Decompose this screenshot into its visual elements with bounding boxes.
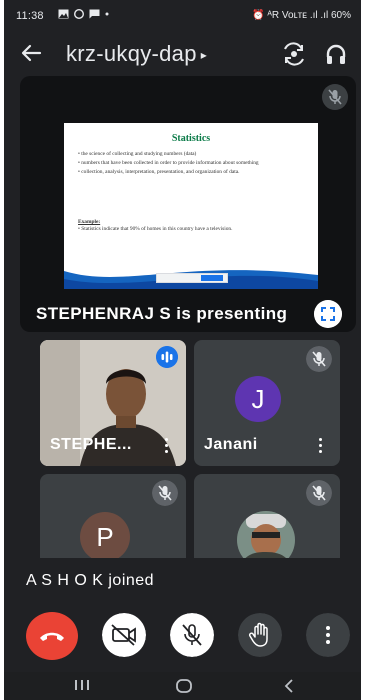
dot-icon <box>105 12 109 16</box>
notification-icons <box>58 8 109 22</box>
presenting-label: STEPHENRAJ S is presenting <box>36 304 288 323</box>
participant-name: Janani <box>204 436 258 453</box>
mic-off-icon <box>306 346 332 372</box>
meet-screen: 11:38 ⏰ ᴬR Voʟᴛᴇ .ıl .ıl 60% krz-ukqy-da… <box>4 0 361 700</box>
slide-example-heading: Example: <box>78 219 101 225</box>
recent-apps-icon[interactable] <box>72 678 92 692</box>
speaking-indicator-icon <box>156 346 178 368</box>
participant-tile[interactable] <box>194 474 340 558</box>
participant-name: STEPHE... <box>50 436 132 453</box>
slide-viewer-bar <box>156 273 228 283</box>
home-icon[interactable] <box>174 678 194 694</box>
slide-title: Statistics <box>171 133 211 144</box>
gallery-icon <box>58 9 69 19</box>
caret-right-icon: ▸ <box>200 48 208 63</box>
slide-example: Example: • Statistics indicate that 90% … <box>78 219 304 233</box>
presentation-tile[interactable]: Statistics • the science of collecting a… <box>20 76 356 332</box>
meeting-code[interactable]: krz-ukqy-dap ▸ <box>66 41 207 67</box>
slide-bullet: • collection, analysis, interpretation, … <box>78 169 240 175</box>
avatar: P <box>80 512 130 558</box>
slide-example-text: • Statistics indicate that 90% of homes … <box>78 226 233 232</box>
camera-off-button[interactable] <box>102 613 146 657</box>
shared-slide: Statistics • the science of collecting a… <box>64 123 318 289</box>
slide-bullets: • the science of collecting and studying… <box>78 151 304 178</box>
slide-viewer-button <box>201 275 223 281</box>
participant-tile[interactable]: J Janani <box>194 340 340 466</box>
status-bar: 11:38 ⏰ ᴬR Voʟᴛᴇ .ıl .ıl 60% <box>4 0 361 32</box>
end-call-button[interactable] <box>26 612 78 660</box>
slide-bullet: • numbers that have been collected in or… <box>78 160 259 166</box>
fullscreen-icon[interactable] <box>314 300 342 328</box>
mic-off-icon <box>306 480 332 506</box>
switch-camera-icon[interactable] <box>280 40 308 68</box>
avatar: J <box>235 376 281 422</box>
more-options-icon[interactable] <box>318 438 324 454</box>
back-nav-icon[interactable] <box>282 678 296 694</box>
more-options-icon[interactable] <box>164 438 170 454</box>
mic-off-icon <box>152 480 178 506</box>
mic-off-icon <box>322 84 348 110</box>
join-notification: A S H O K joined <box>26 572 155 589</box>
status-right: ⏰ ᴬR Voʟᴛᴇ .ıl .ıl 60% <box>252 10 351 21</box>
message-icon <box>89 9 100 19</box>
slide-bullet: • the science of collecting and studying… <box>78 151 197 157</box>
top-bar: krz-ukqy-dap ▸ <box>4 32 361 76</box>
whatsapp-icon <box>74 8 85 20</box>
participant-tile[interactable]: STEPHE... <box>40 340 186 466</box>
avatar <box>237 511 295 558</box>
more-options-button[interactable] <box>306 613 350 657</box>
participant-tile[interactable]: P <box>40 474 186 558</box>
raise-hand-button[interactable] <box>238 613 282 657</box>
call-controls <box>4 608 361 668</box>
status-time: 11:38 <box>16 10 44 22</box>
system-nav-bar <box>4 672 361 700</box>
meeting-code-text: krz-ukqy-dap <box>66 41 197 66</box>
back-arrow-icon[interactable] <box>20 42 42 64</box>
mic-off-button[interactable] <box>170 613 214 657</box>
slide-wave-decoration <box>64 270 318 289</box>
headphones-icon[interactable] <box>322 40 350 68</box>
